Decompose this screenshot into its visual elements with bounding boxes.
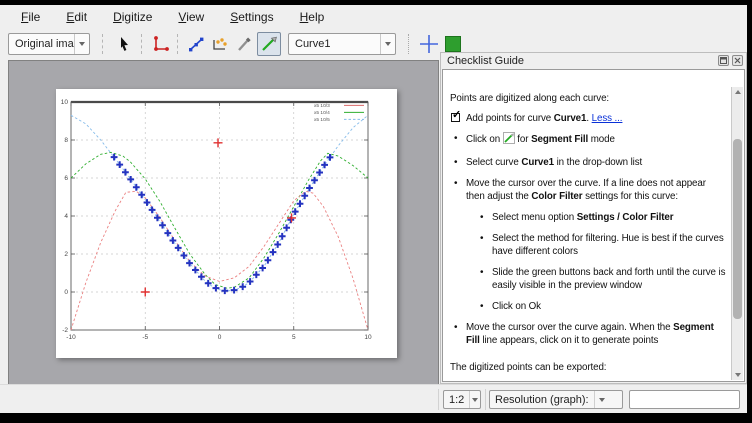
svg-text:6: 6 [64, 175, 68, 182]
curve-point-tool-button[interactable] [185, 33, 207, 55]
segment-fill-tool-button[interactable] [257, 32, 281, 56]
chevron-down-icon [74, 34, 89, 54]
point-match-tool-button[interactable] [209, 33, 231, 55]
toolbar-separator [141, 34, 143, 54]
coordinates-field[interactable] [629, 390, 740, 409]
crosshair-cursor-button[interactable] [418, 33, 440, 55]
menu-item-view[interactable]: View [165, 7, 217, 27]
checklist-substep: Slide the green buttons back and forth u… [476, 266, 727, 292]
curve-point-icon [187, 35, 205, 53]
segment-fill-icon [260, 35, 278, 53]
curve-color-swatch[interactable] [445, 36, 461, 52]
menu-item-file[interactable]: File [8, 7, 53, 27]
graph-image[interactable]: -10 -5 0 5 10 10 8 6 4 2 0 -2 x5 10/3x5 10/4x5 10/5 [56, 89, 397, 358]
svg-text:10: 10 [61, 99, 69, 106]
resolution-label: Resolution (graph): [490, 394, 594, 406]
less-link[interactable]: Less ... [592, 113, 623, 124]
svg-text:-10: -10 [66, 334, 76, 341]
checklist-intro: Points are digitized along each curve: [450, 92, 727, 105]
zoom-combo[interactable]: 1:2 [443, 390, 481, 409]
add-points-checkbox[interactable] [451, 113, 460, 122]
point-match-icon [211, 35, 229, 53]
color-picker-tool-button[interactable] [233, 33, 255, 55]
float-panel-button[interactable] [718, 55, 729, 66]
toolbar-separator [408, 34, 410, 54]
svg-text:x5 10/3: x5 10/3 [314, 103, 330, 109]
export-intro: The digitized points can be exported: [450, 361, 727, 374]
digitized-plot[interactable]: -10 -5 0 5 10 10 8 6 4 2 0 -2 x5 10/3x5 10/4x5 10/5 [56, 89, 397, 358]
svg-text:8: 8 [64, 137, 68, 144]
checklist-guide-panel: Checklist Guide Points are digitized alo… [440, 52, 747, 384]
resolution-combo[interactable]: Resolution (graph): [489, 390, 623, 409]
close-icon [734, 57, 741, 64]
svg-text:0: 0 [64, 289, 68, 296]
curve-selector-combo[interactable]: Curve1 [288, 33, 396, 55]
app-window: FileEditDigitizeViewSettingsHelp Origina… [0, 5, 747, 412]
status-bar: 1:2 Resolution (graph): [0, 384, 747, 413]
menu-item-digitize[interactable]: Digitize [100, 7, 165, 27]
vertical-scrollbar[interactable] [731, 87, 743, 380]
menu-item-settings[interactable]: Settings [217, 7, 286, 27]
checklist-substep: Click on Ok [476, 300, 727, 313]
segment-fill-icon [503, 132, 515, 144]
panel-title-bar[interactable]: Checklist Guide [441, 53, 746, 69]
chevron-down-icon [380, 34, 395, 54]
select-tool-button[interactable] [113, 33, 135, 55]
svg-text:0: 0 [218, 334, 222, 341]
cursor-arrow-icon [115, 35, 133, 53]
toolbar-separator [102, 34, 104, 54]
svg-text:x5 10/5: x5 10/5 [314, 117, 330, 123]
add-points-task: Add points for curve Curve1. Less ... [450, 112, 727, 125]
statusbar-separator [438, 389, 439, 410]
axis-point-icon [151, 35, 169, 53]
scroll-down-button[interactable] [732, 370, 744, 380]
checklist-step: Move the cursor over the curve again. Wh… [450, 321, 727, 347]
menu-bar: FileEditDigitizeViewSettingsHelp [0, 5, 752, 28]
curve-selector-value: Curve1 [289, 38, 380, 50]
close-panel-button[interactable] [732, 55, 743, 66]
background-selector-combo[interactable]: Original image [8, 33, 90, 55]
chevron-down-icon [594, 391, 609, 408]
statusbar-separator [485, 389, 486, 410]
checklist-content: Points are digitized along each curve: A… [442, 69, 745, 382]
svg-text:x5 10/4: x5 10/4 [314, 110, 330, 116]
checklist-step: Select curve Curve1 in the drop-down lis… [450, 156, 727, 169]
menu-item-help[interactable]: Help [287, 7, 338, 27]
crosshair-icon [419, 34, 439, 54]
svg-text:10: 10 [364, 334, 372, 341]
color-picker-icon [235, 35, 253, 53]
toolbar-separator [177, 34, 179, 54]
scroll-up-button[interactable] [732, 87, 744, 97]
svg-text:5: 5 [292, 334, 296, 341]
chevron-down-icon [469, 391, 480, 408]
checklist-substep: Select menu option Settings / Color Filt… [476, 211, 727, 224]
panel-title: Checklist Guide [447, 55, 524, 67]
checklist-step: Move the cursor over the curve. If a lin… [450, 177, 727, 203]
svg-text:-2: -2 [62, 327, 68, 334]
zoom-value: 1:2 [444, 394, 469, 406]
checklist-substep: Select the method for filtering. Hue is … [476, 232, 727, 258]
axis-point-tool-button[interactable] [149, 33, 171, 55]
svg-text:4: 4 [64, 213, 68, 220]
menu-item-edit[interactable]: Edit [53, 7, 100, 27]
background-selector-value: Original image [9, 38, 74, 50]
checklist-step: Click on for Segment Fill mode [450, 132, 727, 148]
svg-text:2: 2 [64, 251, 68, 258]
graph-canvas[interactable]: -10 -5 0 5 10 10 8 6 4 2 0 -2 x5 10/3x5 10/4x5 10/5 [8, 60, 439, 385]
scrollbar-thumb[interactable] [733, 139, 742, 319]
float-window-icon [720, 57, 727, 64]
svg-text:-5: -5 [142, 334, 148, 341]
